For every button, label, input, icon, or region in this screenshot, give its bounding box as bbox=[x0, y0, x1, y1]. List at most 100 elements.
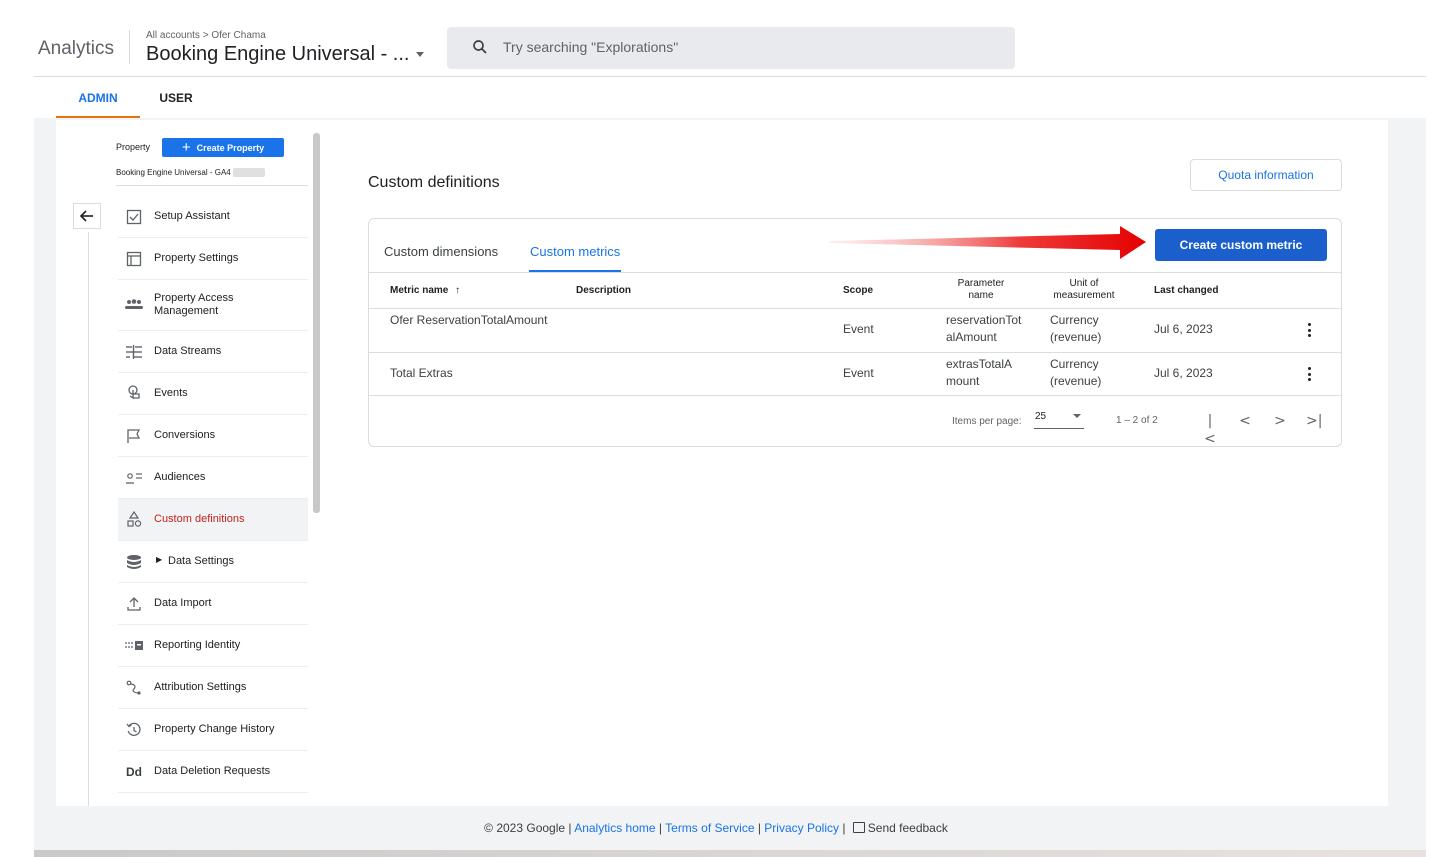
sidebar-item-property-settings[interactable]: Property Settings bbox=[118, 238, 308, 280]
sidebar-item-audiences[interactable]: Audiences bbox=[118, 457, 308, 499]
property-name-text: Booking Engine Universal - GA4 bbox=[116, 168, 231, 177]
first-page-icon[interactable]: |< bbox=[1202, 412, 1218, 447]
identity-icon bbox=[123, 635, 145, 657]
more-vert-icon[interactable] bbox=[1304, 321, 1314, 339]
last-changed-cell: Jul 6, 2023 bbox=[1154, 322, 1213, 336]
touch-icon bbox=[123, 383, 145, 405]
title-divider bbox=[129, 30, 130, 64]
tab-user[interactable]: USER bbox=[140, 78, 212, 118]
row-divider bbox=[369, 308, 1341, 309]
sidebar-item-property-change-history[interactable]: Property Change History bbox=[118, 709, 308, 751]
sidebar-item-label: Property Change History bbox=[154, 723, 275, 735]
app-name[interactable]: Analytics bbox=[38, 38, 114, 60]
chevron-down-icon[interactable] bbox=[416, 52, 424, 57]
property-selector[interactable]: Booking Engine Universal - ... bbox=[146, 43, 409, 66]
last-page-icon[interactable]: >| bbox=[1306, 412, 1322, 430]
top-bar: Analytics All accounts > Ofer Chama Book… bbox=[0, 0, 1432, 76]
breadcrumb[interactable]: All accounts > Ofer Chama bbox=[146, 30, 266, 41]
column-header-unit: Unit of measurement bbox=[1053, 278, 1115, 301]
sidebar-item-label: Data Deletion Requests bbox=[154, 765, 271, 777]
header-divider bbox=[34, 76, 1426, 77]
page-range: 1 – 2 of 2 bbox=[1116, 415, 1158, 426]
redacted-id bbox=[232, 168, 265, 178]
create-property-button[interactable]: + Create Property bbox=[162, 138, 284, 157]
sidebar-item-data-streams[interactable]: Data Streams bbox=[118, 331, 308, 373]
flag-icon bbox=[123, 425, 145, 447]
sidebar-item-label: Attribution Settings bbox=[154, 681, 247, 693]
scope-cell: Event bbox=[843, 366, 874, 380]
next-page-icon[interactable]: > bbox=[1272, 412, 1288, 430]
send-feedback-link[interactable]: Send feedback bbox=[868, 821, 948, 835]
audience-icon bbox=[123, 467, 145, 489]
sidebar-item-data-import[interactable]: Data Import bbox=[118, 583, 308, 625]
create-custom-metric-button[interactable]: Create custom metric bbox=[1155, 229, 1327, 261]
streams-icon bbox=[123, 341, 145, 363]
sidebar-scrollbar[interactable] bbox=[313, 133, 320, 513]
sidebar-item-data-deletion-requests[interactable]: Dd Data Deletion Requests bbox=[118, 751, 308, 793]
database-icon bbox=[123, 551, 145, 573]
dd-icon: Dd bbox=[126, 765, 142, 779]
terms-link[interactable]: Terms of Service bbox=[665, 821, 754, 835]
items-per-page-label: Items per page: bbox=[952, 416, 1022, 427]
sort-arrow-up-icon[interactable]: ↑ bbox=[455, 285, 460, 296]
sidebar-item-custom-definitions[interactable]: Custom definitions bbox=[118, 499, 308, 541]
sidebar-connector-line bbox=[88, 232, 89, 806]
tab-custom-metrics[interactable]: Custom metrics bbox=[529, 244, 622, 273]
column-header-last-changed: Last changed bbox=[1154, 285, 1219, 296]
unit-cell: Currency (revenue) bbox=[1050, 357, 1102, 388]
back-button[interactable] bbox=[73, 203, 101, 229]
property-name[interactable]: Booking Engine Universal - GA4 bbox=[116, 168, 265, 178]
sidebar-item-label: Setup Assistant bbox=[154, 210, 230, 222]
analytics-home-link[interactable]: Analytics home bbox=[574, 821, 655, 835]
search-icon bbox=[473, 40, 487, 54]
search-bar[interactable]: Try searching "Explorations" bbox=[447, 27, 1015, 69]
privacy-link[interactable]: Privacy Policy bbox=[764, 821, 839, 835]
people-icon bbox=[123, 294, 145, 316]
red-arrow-annotation bbox=[830, 226, 1146, 259]
footer: © 2023 Google | Analytics home | Terms o… bbox=[484, 821, 948, 835]
column-header-parameter-name: Parameter name bbox=[957, 278, 1005, 301]
parameter-cell: extrasTotalAmount bbox=[946, 357, 1013, 388]
page-title: Custom definitions bbox=[368, 174, 500, 191]
upload-icon bbox=[123, 593, 145, 615]
search-input[interactable]: Try searching "Explorations" bbox=[503, 39, 678, 55]
sidebar-item-attribution-settings[interactable]: Attribution Settings bbox=[118, 667, 308, 709]
create-property-label: Create Property bbox=[196, 142, 265, 153]
plus-icon: + bbox=[181, 139, 191, 156]
arrow-left-icon bbox=[79, 210, 93, 222]
previous-page-icon[interactable]: < bbox=[1237, 412, 1253, 430]
column-header-metric-name[interactable]: Metric name ↑ bbox=[390, 285, 460, 297]
column-header-label: Metric name bbox=[390, 285, 449, 296]
tab-custom-dimensions[interactable]: Custom dimensions bbox=[384, 244, 498, 272]
metric-name-cell: Total Extras bbox=[390, 366, 453, 380]
page-size-select[interactable]: 25 bbox=[1034, 409, 1084, 429]
sidebar-item-reporting-identity[interactable]: Reporting Identity bbox=[118, 625, 308, 667]
last-changed-cell: Jul 6, 2023 bbox=[1154, 366, 1213, 380]
property-label: Property bbox=[116, 142, 151, 152]
caret-right-icon: ▶ bbox=[156, 555, 163, 564]
shapes-icon bbox=[123, 509, 145, 531]
history-icon bbox=[123, 719, 145, 741]
tab-admin[interactable]: ADMIN bbox=[56, 78, 140, 118]
metric-name-cell: Ofer ReservationTotalAmount bbox=[390, 313, 548, 327]
sidebar-item-data-settings[interactable]: ▶ Data Settings bbox=[118, 541, 308, 583]
page-size-value: 25 bbox=[1035, 411, 1047, 422]
scope-cell: Event bbox=[843, 322, 874, 336]
sidebar-item-label: Data Settings bbox=[168, 555, 235, 567]
more-vert-icon[interactable] bbox=[1304, 365, 1314, 383]
sidebar-item-label: Property Settings bbox=[154, 252, 239, 264]
sidebar-item-label: Conversions bbox=[154, 429, 216, 441]
sidebar-item-property-access-management[interactable]: Property Access Management bbox=[118, 280, 308, 331]
sidebar-item-label: Reporting Identity bbox=[154, 639, 241, 651]
sidebar-item-conversions[interactable]: Conversions bbox=[118, 415, 308, 457]
quota-information-button[interactable]: Quota information bbox=[1190, 159, 1342, 191]
dropdown-caret-icon bbox=[1073, 414, 1081, 418]
sidebar-item-setup-assistant[interactable]: Setup Assistant bbox=[118, 196, 308, 238]
parameter-cell: reservationTotalAmount bbox=[946, 313, 1022, 344]
sidebar-item-events[interactable]: Events bbox=[118, 373, 308, 415]
sidebar-item-label: Data Import bbox=[154, 597, 212, 609]
row-divider bbox=[369, 352, 1341, 353]
sidebar-item-label: Custom definitions bbox=[154, 513, 245, 525]
column-header-scope: Scope bbox=[843, 285, 874, 296]
sidebar-item-label: Audiences bbox=[154, 471, 206, 483]
